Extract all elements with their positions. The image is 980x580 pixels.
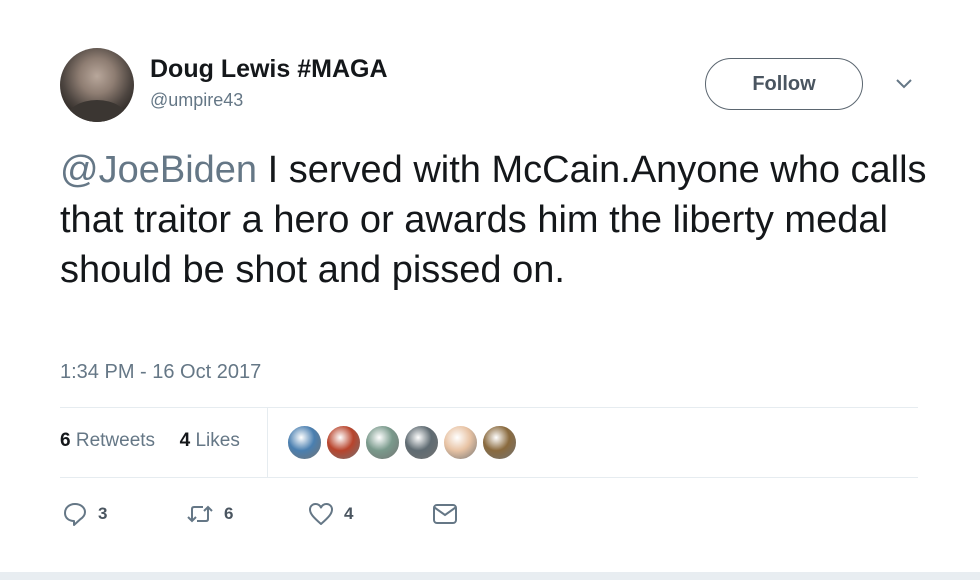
retweet-count: 6: [224, 504, 234, 523]
stats-divider: [267, 407, 268, 477]
retweets-label: Retweets: [70, 430, 156, 451]
message-button[interactable]: [432, 500, 458, 528]
liker-avatar-5[interactable]: [442, 424, 479, 461]
mention-link[interactable]: @JoeBiden: [60, 149, 257, 191]
like-button[interactable]: 4: [308, 500, 353, 528]
divider: [60, 477, 918, 478]
reply-button[interactable]: 3: [62, 500, 107, 528]
likes-count: 4: [179, 430, 191, 451]
envelope-icon: [433, 504, 457, 524]
likes-label: Likes: [190, 430, 240, 451]
reply-count: 3: [98, 504, 108, 523]
follow-button[interactable]: Follow: [705, 58, 863, 110]
avatar-figure: [66, 100, 128, 122]
bottom-border: [0, 572, 980, 580]
author-avatar[interactable]: [60, 48, 134, 122]
reply-icon: [64, 503, 86, 526]
liker-avatar-2[interactable]: [325, 424, 362, 461]
author-display-name[interactable]: Doug Lewis #MAGA: [150, 55, 388, 84]
liker-avatar-3[interactable]: [364, 424, 401, 461]
retweets-stat[interactable]: 6 Retweets: [60, 430, 155, 451]
heart-icon: [309, 503, 333, 525]
tweet-card: Doug Lewis #MAGA @umpire43 Follow @JoeBi…: [0, 0, 980, 572]
liker-avatar-1[interactable]: [286, 424, 323, 461]
like-count: 4: [344, 504, 354, 523]
tweet-timestamp[interactable]: 1:34 PM - 16 Oct 2017: [60, 361, 261, 384]
retweets-count: 6: [60, 430, 71, 451]
author-handle[interactable]: @umpire43: [150, 90, 243, 111]
tweet-text: @JoeBiden I served with McCain.Anyone wh…: [60, 145, 940, 295]
divider: [60, 407, 918, 408]
likes-stat[interactable]: 4 Likes: [180, 430, 240, 451]
chevron-down-icon[interactable]: [894, 76, 914, 92]
retweet-button[interactable]: 6: [186, 500, 233, 528]
liker-avatar-4[interactable]: [403, 424, 440, 461]
retweet-icon: [187, 505, 213, 523]
liker-avatar-6[interactable]: [481, 424, 518, 461]
tweet-stats: 6 Retweets 4 Likes: [60, 430, 240, 452]
liker-avatars: [286, 424, 520, 462]
